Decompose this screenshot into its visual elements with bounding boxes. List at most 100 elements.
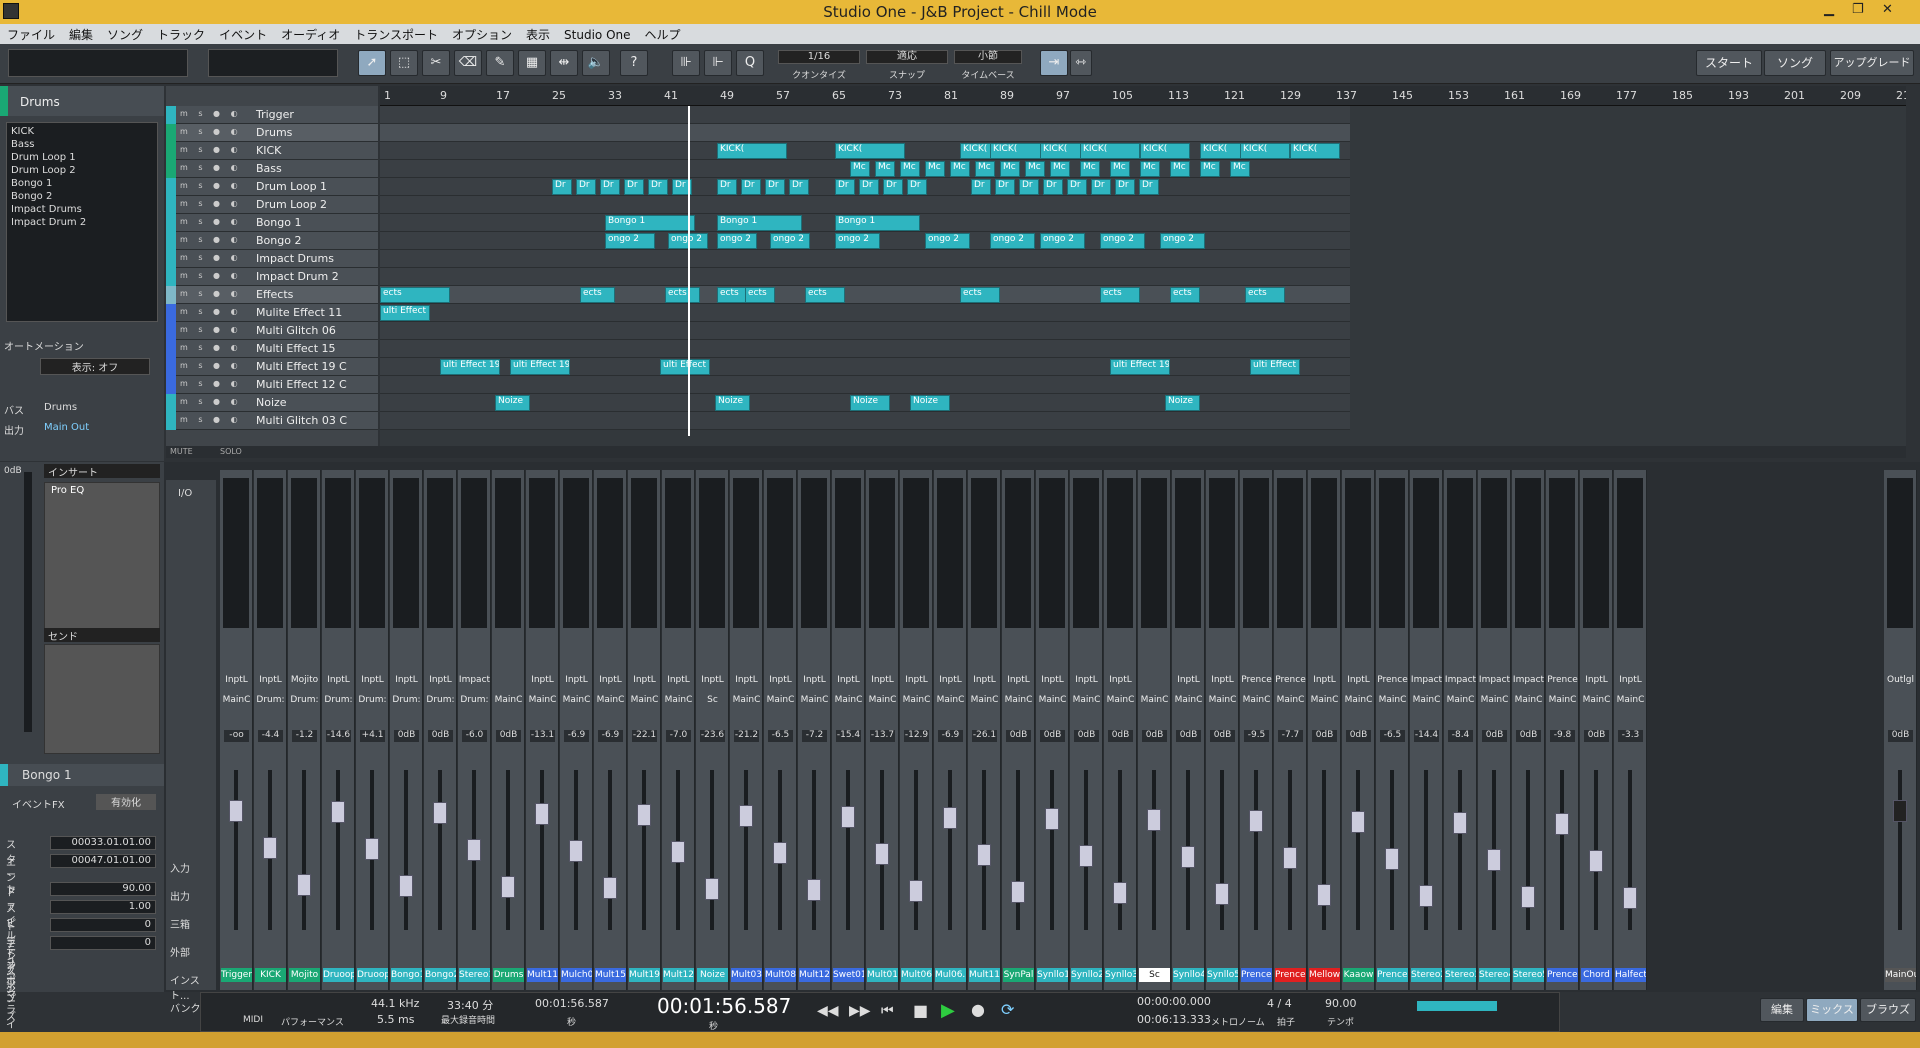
- channel-input[interactable]: Mojito: [288, 675, 321, 685]
- channel-volume[interactable]: 0dB: [496, 730, 521, 742]
- channel-input[interactable]: InptL: [1070, 675, 1103, 685]
- channel-input[interactable]: InptL: [560, 675, 593, 685]
- clip[interactable]: Mc: [875, 161, 895, 177]
- clip[interactable]: ongo 2: [605, 233, 655, 249]
- channel-volume[interactable]: -7.0: [666, 730, 691, 742]
- channel-volume[interactable]: -21.2: [734, 730, 759, 742]
- channel-fader-handle[interactable]: [1317, 884, 1331, 906]
- channel-fader-handle[interactable]: [1487, 849, 1501, 871]
- channel-input[interactable]: Impact: [1410, 675, 1443, 685]
- clip[interactable]: ulti Effect 19: [660, 359, 710, 375]
- channel-input[interactable]: InptL: [1172, 675, 1205, 685]
- automation-display[interactable]: 表示: オフ: [40, 358, 150, 375]
- channel-input[interactable]: InptL: [1342, 675, 1375, 685]
- mute-tool-icon[interactable]: ▦: [518, 50, 546, 76]
- channel-volume[interactable]: 0dB: [1142, 730, 1167, 742]
- clip[interactable]: Mc: [1000, 161, 1020, 177]
- channel-volume[interactable]: -7.2: [802, 730, 827, 742]
- clip[interactable]: Dr: [1019, 179, 1039, 195]
- io-label[interactable]: I/O: [178, 488, 192, 499]
- track-buttons[interactable]: m s ● ◐: [180, 235, 242, 244]
- clip[interactable]: Dr: [1091, 179, 1111, 195]
- channel-fader-handle[interactable]: [875, 843, 889, 865]
- eraser-tool-icon[interactable]: ⌫: [454, 50, 482, 76]
- master-volume[interactable]: 0dB: [1888, 730, 1913, 742]
- menu-item[interactable]: トラック: [150, 24, 212, 43]
- clip[interactable]: ongo 2: [1040, 233, 1085, 249]
- clip[interactable]: ects: [1100, 287, 1140, 303]
- track-buttons[interactable]: m s ● ◐: [180, 181, 242, 190]
- channel-input[interactable]: InptL: [628, 675, 661, 685]
- browser-track-item[interactable]: Impact Drums: [11, 203, 153, 216]
- forward-icon[interactable]: ▶▶: [849, 1003, 871, 1019]
- clip[interactable]: Bongo 1: [605, 215, 695, 231]
- channel-output[interactable]: Drum:: [458, 695, 491, 705]
- channel-volume[interactable]: -14.6: [326, 730, 351, 742]
- channel-input[interactable]: Prence: [1274, 675, 1307, 685]
- clip[interactable]: ongo 2: [717, 233, 757, 249]
- channel-fader-handle[interactable]: [1419, 885, 1433, 907]
- channel-input[interactable]: InptL: [526, 675, 559, 685]
- channel-volume[interactable]: -23.6: [700, 730, 725, 742]
- channel-input[interactable]: InptL: [390, 675, 423, 685]
- clip[interactable]: Noize: [850, 395, 890, 411]
- to-start-icon[interactable]: ⏮: [881, 1003, 894, 1019]
- track-lane[interactable]: [380, 304, 1350, 322]
- track-header[interactable]: m s ● ◐ Multi Effect 19 C: [166, 358, 378, 376]
- channel-volume[interactable]: 0dB: [1108, 730, 1133, 742]
- clip[interactable]: Noize: [910, 395, 950, 411]
- clip[interactable]: ulti Effect: [380, 305, 430, 321]
- quantize-value[interactable]: 1/16: [778, 50, 860, 64]
- track-header[interactable]: m s ● ◐ Noize: [166, 394, 378, 412]
- split-tool-icon[interactable]: ✂: [422, 50, 450, 76]
- channel-input[interactable]: InptL: [1580, 675, 1613, 685]
- arrange-view[interactable]: 1 9 17 25 33 41 49 57 65 73 81 89 97 105 113 121 129 137 1…: [380, 86, 1906, 446]
- channel-input[interactable]: InptL: [696, 675, 729, 685]
- loop-icon[interactable]: ⟳: [1001, 1000, 1014, 1019]
- clip[interactable]: Bongo 1: [835, 215, 920, 231]
- track-header[interactable]: m s ● ◐ Bongo 2: [166, 232, 378, 250]
- channel-input[interactable]: InptL: [594, 675, 627, 685]
- track-header[interactable]: m s ● ◐ Bongo 1: [166, 214, 378, 232]
- track-buttons[interactable]: m s ● ◐: [180, 289, 242, 298]
- channel-input[interactable]: Prence: [1240, 675, 1273, 685]
- inspector-field-value[interactable]: 0: [50, 918, 156, 932]
- track-buttons[interactable]: m s ● ◐: [180, 163, 242, 172]
- channel-fader-handle[interactable]: [365, 838, 379, 860]
- close-icon[interactable]: ✕: [1882, 2, 1893, 17]
- song-button[interactable]: ソング: [1764, 50, 1826, 76]
- io-nav-item[interactable]: 出力: [170, 888, 190, 903]
- clip[interactable]: ulti Effect 19: [440, 359, 500, 375]
- bend-tool-icon[interactable]: ⇹: [550, 50, 578, 76]
- channel-fader-handle[interactable]: [1045, 808, 1059, 830]
- channel-output[interactable]: MainC: [900, 695, 933, 705]
- clip[interactable]: Mc: [975, 161, 995, 177]
- inspector-field-value[interactable]: 0: [50, 936, 156, 950]
- channel-volume[interactable]: -7.7: [1278, 730, 1303, 742]
- channel-volume[interactable]: -6.9: [564, 730, 589, 742]
- clip[interactable]: Mc: [1050, 161, 1070, 177]
- io-nav-item[interactable]: 三箱: [170, 916, 190, 931]
- channel-fader-handle[interactable]: [297, 874, 311, 896]
- metronome-label[interactable]: メトロノーム: [1211, 1015, 1265, 1028]
- channel-fader-handle[interactable]: [331, 801, 345, 823]
- channel-output[interactable]: MainC: [832, 695, 865, 705]
- channel-volume[interactable]: 0dB: [1482, 730, 1507, 742]
- channel-volume[interactable]: -6.0: [462, 730, 487, 742]
- channel-fader-handle[interactable]: [535, 803, 549, 825]
- clip[interactable]: KICK(: [1240, 143, 1290, 159]
- channel-fader-handle[interactable]: [1589, 850, 1603, 872]
- browser-track-item[interactable]: Drum Loop 1: [11, 151, 153, 164]
- channel-input[interactable]: Prence: [1376, 675, 1409, 685]
- rewind-icon[interactable]: ◀◀: [817, 1003, 839, 1019]
- channel-fader-handle[interactable]: [603, 877, 617, 899]
- track-lane[interactable]: [380, 376, 1350, 394]
- clip[interactable]: Mc: [850, 161, 870, 177]
- channel-volume[interactable]: -26.1: [972, 730, 997, 742]
- channel-output[interactable]: MainC: [1138, 695, 1171, 705]
- track-lane[interactable]: [380, 412, 1350, 430]
- channel-output[interactable]: MainC: [1478, 695, 1511, 705]
- channel-fader-handle[interactable]: [807, 879, 821, 901]
- bus-value[interactable]: Drums: [44, 402, 77, 413]
- channel-volume[interactable]: -13.7: [870, 730, 895, 742]
